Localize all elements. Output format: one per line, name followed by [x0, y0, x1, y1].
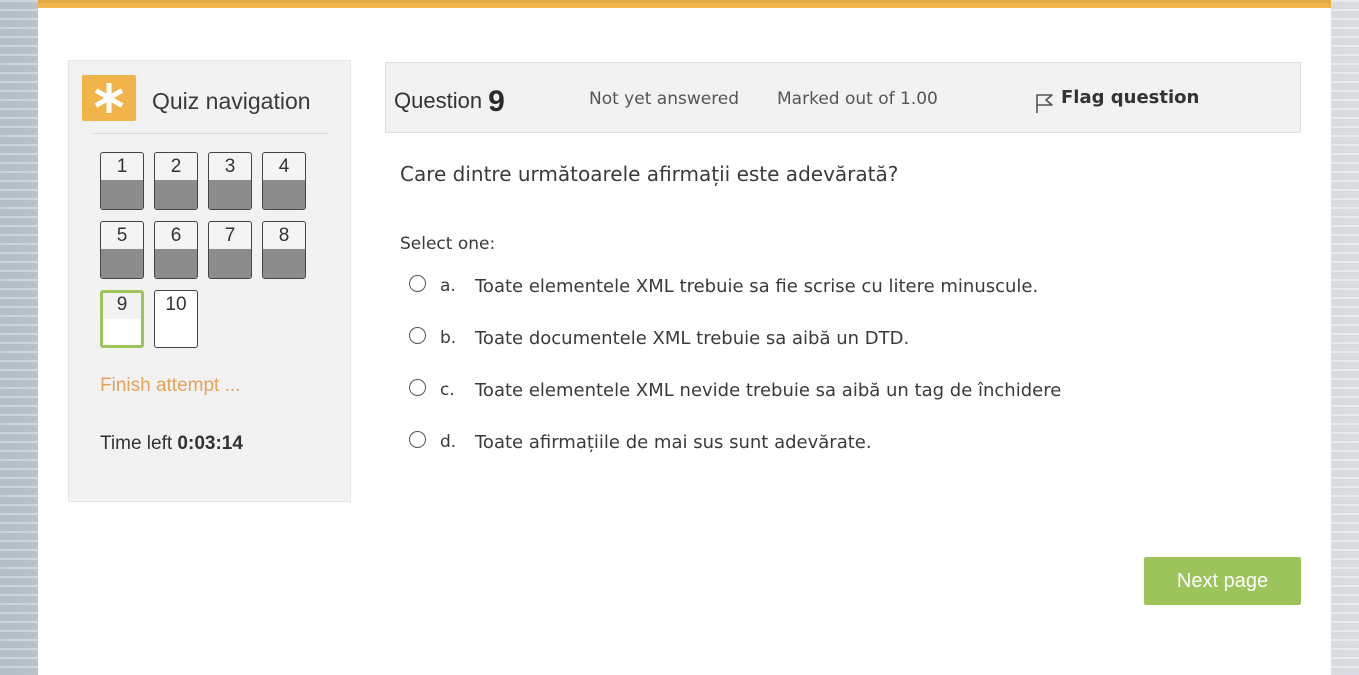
asterisk-icon: [82, 75, 136, 121]
select-one-prompt: Select one:: [400, 234, 496, 254]
question-nav-answered-fill: [155, 249, 197, 278]
question-label: Question: [394, 88, 483, 113]
divider: [91, 133, 329, 134]
option-letter: a.: [440, 276, 456, 296]
question-nav-button-9[interactable]: 9: [100, 290, 144, 348]
question-nav-button-label: 10: [165, 294, 187, 315]
question-info-bar: Question 9 Not yet answered Marked out of…: [385, 62, 1301, 133]
question-nav-answered-fill: [263, 180, 305, 209]
question-nav-answered-fill: [209, 249, 251, 278]
option-text: Toate elementele XML nevide trebuie sa a…: [475, 380, 1062, 401]
question-state: Not yet answered: [589, 89, 740, 109]
question-nav-button-label: 2: [170, 156, 182, 177]
option-text: Toate documentele XML trebuie sa aibă un…: [475, 328, 910, 349]
question-nav-button-label: 5: [116, 225, 128, 246]
question-grade: Marked out of 1.00: [777, 89, 938, 109]
option-text: Toate afirmațiile de mai sus sunt adevăr…: [475, 432, 872, 453]
question-nav-button-label: 6: [170, 225, 182, 246]
quiz-navigation-header: Quiz navigation: [82, 75, 332, 133]
option-letter: b.: [440, 328, 457, 348]
question-nav-answered-fill: [155, 180, 197, 209]
next-page-button[interactable]: Next page: [1144, 557, 1301, 605]
question-nav-button-2[interactable]: 2: [154, 152, 198, 210]
flag-question-label: Flag question: [1061, 87, 1200, 108]
option-text: Toate elementele XML trebuie sa fie scri…: [475, 276, 1039, 297]
question-nav-answered-fill: [209, 180, 251, 209]
question-nav-button-label: 7: [224, 225, 236, 246]
radio-button[interactable]: [409, 431, 426, 448]
question-nav-button-label: 8: [278, 225, 290, 246]
question-nav-button-label: 3: [224, 156, 236, 177]
question-nav-button-label: 1: [116, 156, 128, 177]
option-letter: d.: [440, 432, 457, 452]
question-nav-button-10[interactable]: 10: [154, 290, 198, 348]
question-nav-button-6[interactable]: 6: [154, 221, 198, 279]
question-nav-button-label: 4: [278, 156, 290, 177]
radio-button[interactable]: [409, 275, 426, 292]
question-heading: Question 9: [394, 82, 505, 118]
quiz-navigation-block: Quiz navigation 1 2 3 4 5 6 7 8 9 10 Finish attem…: [68, 60, 351, 502]
finish-attempt-link[interactable]: Finish attempt ...: [100, 375, 240, 397]
question-nav-button-5[interactable]: 5: [100, 221, 144, 279]
question-nav-button-8[interactable]: 8: [262, 221, 306, 279]
question-nav-button-4[interactable]: 4: [262, 152, 306, 210]
question-nav-button-3[interactable]: 3: [208, 152, 252, 210]
question-nav-button-label: 9: [116, 294, 128, 315]
question-nav-answered-fill: [101, 180, 143, 209]
radio-button[interactable]: [409, 379, 426, 396]
time-left: Time left 0:03:14: [100, 433, 243, 455]
radio-button[interactable]: [409, 327, 426, 344]
time-left-label: Time left: [100, 433, 173, 454]
option-letter: c.: [440, 380, 455, 400]
quiz-page: Quiz navigation 1 2 3 4 5 6 7 8 9 10 Finish attem…: [38, 0, 1331, 675]
top-accent-bar: [38, 0, 1331, 8]
question-nav-answered-fill: [263, 249, 305, 278]
question-nav-button-1[interactable]: 1: [100, 152, 144, 210]
flag-icon: [1036, 94, 1053, 113]
question-nav-answered-fill: [101, 249, 143, 278]
question-number: 9: [488, 85, 505, 118]
quiz-navigation-title: Quiz navigation: [152, 88, 311, 114]
question-text: Care dintre următoarele afirmații este a…: [400, 162, 899, 186]
time-left-value: 0:03:14: [177, 433, 243, 454]
question-nav-button-7[interactable]: 7: [208, 221, 252, 279]
